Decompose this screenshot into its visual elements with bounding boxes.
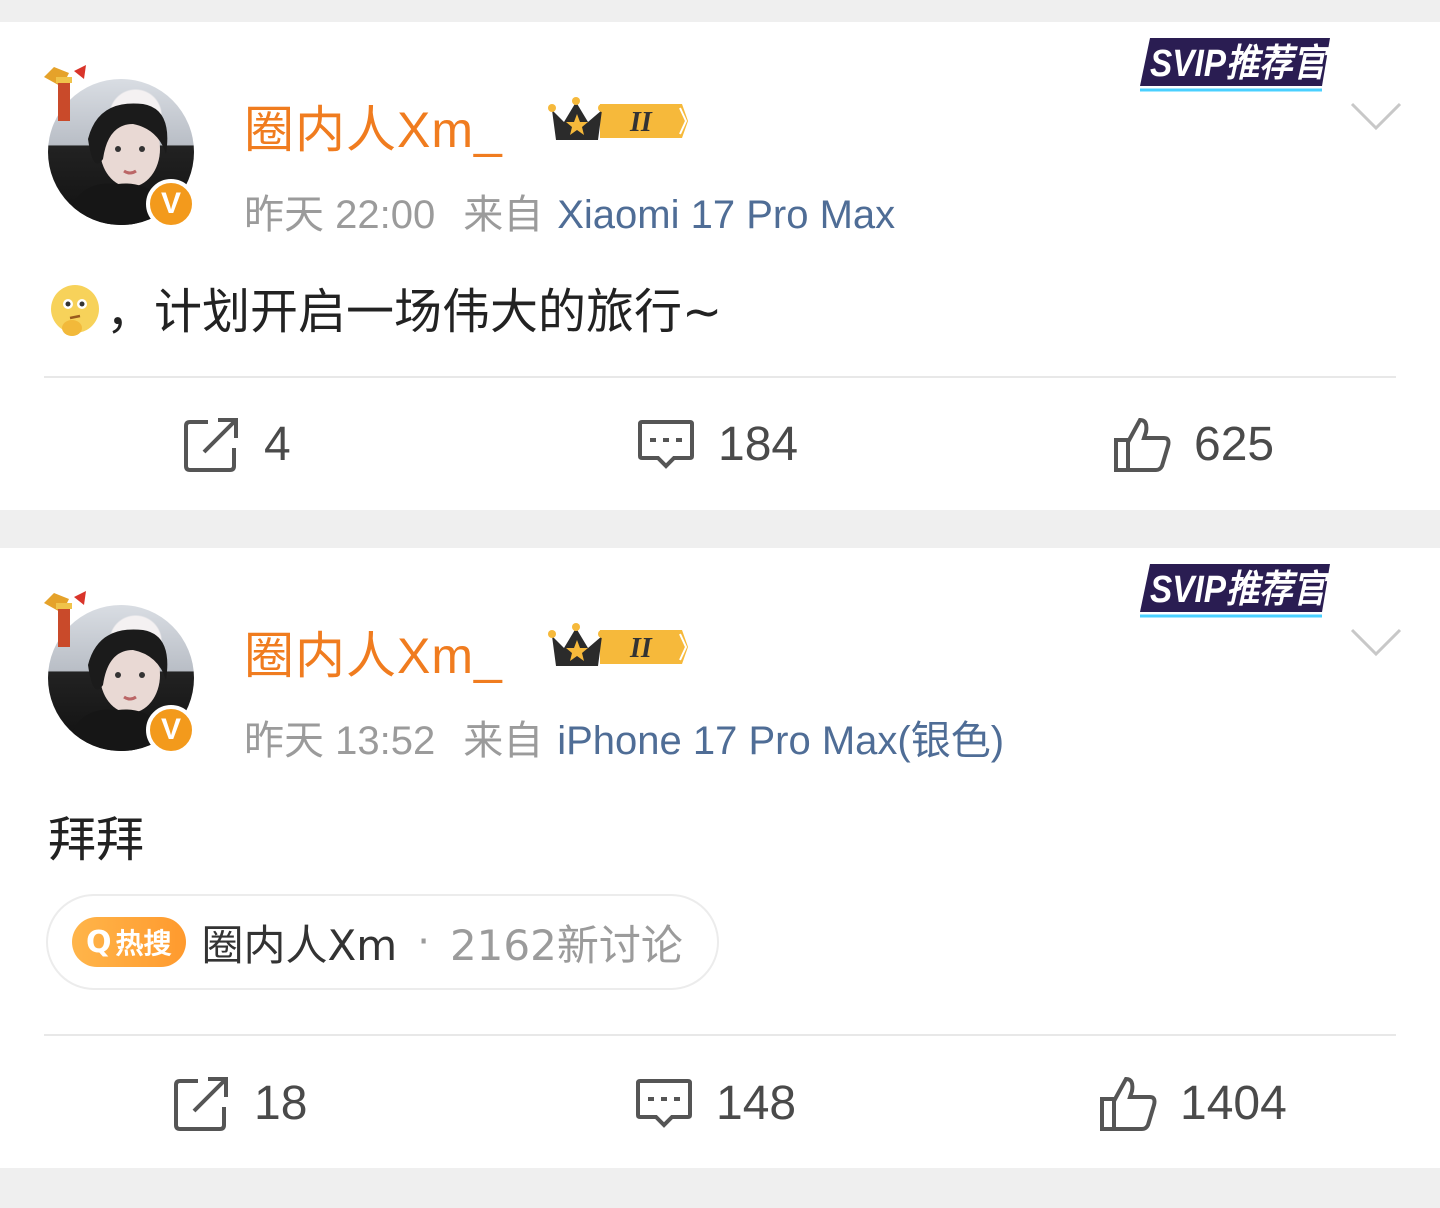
hot-topic-name: 圈内人Xm	[201, 920, 398, 970]
svip-label: SVIP推荐官	[1150, 43, 1330, 85]
post-time: 昨天 22:00	[244, 193, 436, 237]
repost-icon	[184, 418, 238, 472]
post-text: 拜拜	[48, 812, 145, 868]
comment-count: 148	[716, 1076, 797, 1130]
svip-label: SVIP推荐官	[1150, 569, 1330, 611]
divider	[44, 1034, 1396, 1036]
vip-level-label: II	[629, 633, 653, 664]
device-link[interactable]: iPhone 17 Pro Max(银色)	[557, 719, 1004, 763]
username[interactable]: 圈内人Xm_	[244, 90, 503, 162]
hot-search-pill[interactable]: Q 热搜 圈内人Xm · 2162新讨论	[46, 894, 719, 990]
comment-button[interactable]: 148	[634, 1073, 796, 1133]
avatar-frame-icon	[44, 65, 86, 121]
chevron-down-icon[interactable]	[1348, 98, 1404, 134]
source-prefix: 来自	[463, 719, 544, 763]
comment-button[interactable]: 184	[636, 414, 798, 474]
thumbs-up-icon	[1114, 417, 1171, 472]
chevron-down-icon[interactable]	[1348, 624, 1404, 660]
post-content: ，计划开启一场伟大的旅行~	[48, 272, 722, 342]
like-button[interactable]: 1404	[1098, 1073, 1287, 1133]
verified-badge: V	[146, 705, 196, 755]
device-link[interactable]: Xiaomi 17 Pro Max	[557, 193, 895, 237]
post-time: 昨天 13:52	[244, 719, 436, 763]
svip-recommender-badge-icon[interactable]: SVIP推荐官	[1136, 34, 1332, 96]
post-content: 拜拜	[48, 800, 144, 870]
divider	[44, 376, 1396, 378]
like-button[interactable]: 625	[1112, 414, 1274, 474]
repost-button[interactable]: 4	[182, 414, 291, 474]
comment-icon	[638, 420, 694, 469]
post-meta: 昨天 22:00 来自 Xiaomi 17 Pro Max	[244, 182, 895, 240]
repost-count: 4	[264, 417, 291, 471]
search-icon: Q	[86, 924, 112, 960]
repost-button[interactable]: 18	[172, 1073, 307, 1133]
vip-crown-badge-icon[interactable]: II	[548, 96, 690, 146]
post-text: ，计划开启一场伟大的旅行~	[106, 284, 723, 340]
source-prefix: 来自	[463, 193, 544, 237]
like-count: 1404	[1180, 1076, 1287, 1130]
like-count: 625	[1194, 417, 1275, 471]
vip-crown-badge-icon[interactable]: II	[548, 622, 690, 672]
post-meta: 昨天 13:52 来自 iPhone 17 Pro Max(银色)	[244, 708, 1004, 766]
hot-discussion-count: 2162新讨论	[449, 920, 683, 970]
avatar-frame-icon	[44, 591, 86, 647]
avatar[interactable]: V	[44, 591, 196, 755]
verified-badge: V	[146, 179, 196, 229]
hot-search-tag: Q 热搜	[72, 917, 186, 967]
thumbs-up-icon	[1100, 1076, 1157, 1131]
comment-icon	[636, 1079, 692, 1128]
avatar[interactable]: V	[44, 65, 196, 229]
action-bar: 18 148 1404	[0, 1053, 1440, 1153]
svip-recommender-badge-icon[interactable]: SVIP推荐官	[1136, 560, 1332, 622]
repost-count: 18	[254, 1076, 308, 1130]
comment-count: 184	[718, 417, 799, 471]
vip-level-label: II	[629, 107, 653, 138]
username[interactable]: 圈内人Xm_	[244, 616, 503, 688]
weibo-feed: V 圈内人Xm_ II 昨天 22:00 来自 Xiaomi 17 Pro Max …	[0, 0, 1440, 1208]
action-bar: 4 184 625	[0, 394, 1440, 494]
hot-search-tag-label: 热搜	[115, 927, 172, 960]
repost-icon	[174, 1077, 228, 1131]
post-card[interactable]: V 圈内人Xm_ II 昨天 13:52 来自 iPhone 17 Pro Max(…	[0, 548, 1440, 1168]
thinking-emoji-icon	[51, 285, 99, 336]
hot-separator: ·	[417, 919, 430, 965]
post-card[interactable]: V 圈内人Xm_ II 昨天 22:00 来自 Xiaomi 17 Pro Max …	[0, 22, 1440, 510]
